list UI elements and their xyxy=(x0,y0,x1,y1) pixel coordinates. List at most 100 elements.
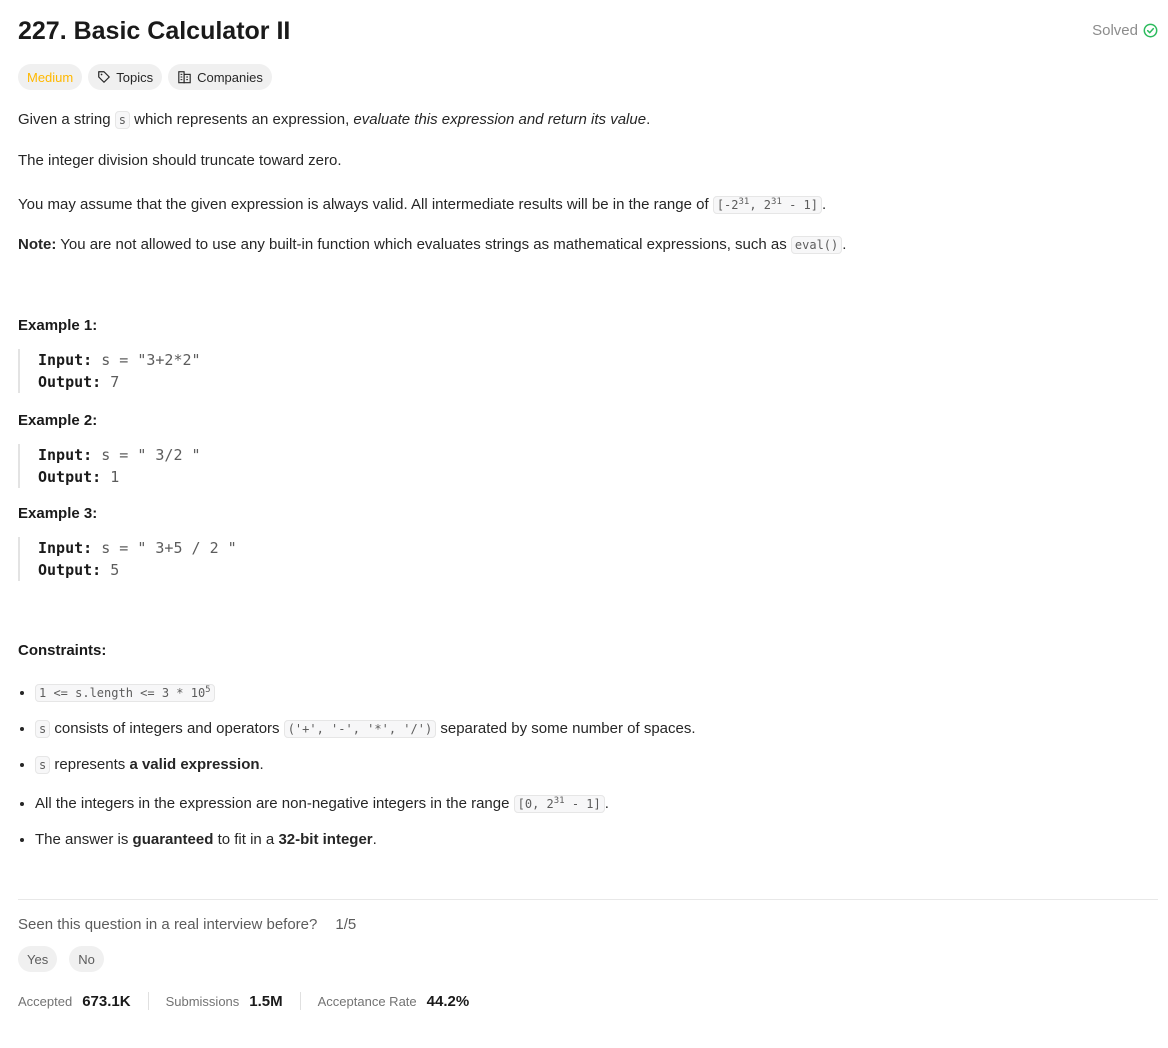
input-value: s = " 3+5 / 2 " xyxy=(92,539,237,557)
code-part: - 1] xyxy=(781,198,818,212)
example-3: Example 3: Input: s = " 3+5 / 2 " Output… xyxy=(18,505,1158,581)
check-circle-icon xyxy=(1143,23,1158,38)
interview-question: Seen this question in a real interview b… xyxy=(18,916,318,933)
inline-code: [0, 231 - 1] xyxy=(513,795,605,813)
constraint-item: 1 <= s.length <= 3 * 105 xyxy=(35,679,1158,704)
submissions-stat: Submissions 1.5M xyxy=(166,993,283,1010)
output-value: 1 xyxy=(101,468,120,486)
code-part: - 1] xyxy=(564,797,601,811)
input-label: Input: xyxy=(38,539,93,557)
interview-count: 1/5 xyxy=(335,916,357,933)
text: . xyxy=(842,236,847,253)
note-label: Note: xyxy=(18,236,57,253)
example-output: Output: 1 xyxy=(38,466,1158,488)
note-paragraph: Note: You are not allowed to use any bui… xyxy=(18,234,1158,256)
text: . xyxy=(372,831,377,848)
constraint-item: s consists of integers and operators ('+… xyxy=(35,718,1158,740)
example-block: Input: s = "3+2*2" Output: 7 xyxy=(18,349,1158,393)
problem-title[interactable]: 227. Basic Calculator II xyxy=(18,17,290,46)
output-label: Output: xyxy=(38,561,102,579)
superscript: 31 xyxy=(553,796,565,806)
code-part: 1 <= s.length <= 3 * 10 xyxy=(39,686,206,700)
inline-code: eval() xyxy=(790,236,843,254)
stat-value: 673.1K xyxy=(82,992,131,1010)
acceptance-rate-stat: Acceptance Rate 44.2% xyxy=(318,993,470,1010)
italic-text: evaluate this expression and return its … xyxy=(353,111,647,128)
constraints-list: 1 <= s.length <= 3 * 105 s consists of i… xyxy=(18,679,1158,851)
tag-row: Medium Topics Companies xyxy=(18,64,1158,90)
difficulty-badge: Medium xyxy=(18,64,83,90)
stat-divider xyxy=(147,992,149,1010)
description-paragraph: The integer division should truncate tow… xyxy=(18,152,342,169)
input-value: s = " 3/2 " xyxy=(92,446,201,464)
building-icon xyxy=(177,70,192,84)
text: . xyxy=(822,196,827,213)
constraints-section: Constraints: 1 <= s.length <= 3 * 105 s … xyxy=(18,642,1158,851)
tag-icon xyxy=(97,70,111,84)
companies-button[interactable]: Companies xyxy=(168,64,272,90)
text: separated by some number of spaces. xyxy=(436,720,696,737)
stat-label: Submissions xyxy=(165,993,240,1009)
example-output: Output: 7 xyxy=(38,371,1158,393)
input-label: Input: xyxy=(38,351,93,369)
inline-code: [-231, 231 - 1] xyxy=(712,196,822,214)
text: . xyxy=(259,756,264,773)
text: . xyxy=(646,111,651,128)
topics-label: Topics xyxy=(116,69,154,85)
inline-code: s xyxy=(114,111,130,129)
superscript: 31 xyxy=(771,197,782,207)
example-2: Example 2: Input: s = " 3/2 " Output: 1 xyxy=(18,412,1158,488)
superscript: 31 xyxy=(738,197,750,207)
inline-code: s xyxy=(35,756,51,774)
description-paragraph: You may assume that the given expression… xyxy=(18,191,1158,216)
text: . xyxy=(604,795,609,812)
example-1: Example 1: Input: s = "3+2*2" Output: 7 xyxy=(18,317,1158,393)
stats-row: Accepted 673.1K Submissions 1.5M Accepta… xyxy=(18,992,1158,1010)
constraint-item: s represents a valid expression. xyxy=(35,754,1158,776)
example-output: Output: 5 xyxy=(38,559,1158,581)
text: which represents an expression, xyxy=(129,111,354,128)
problem-panel: 227. Basic Calculator II Solved Medium T… xyxy=(18,0,1158,1010)
text: represents xyxy=(50,756,130,773)
example-title: Example 1: xyxy=(18,317,98,334)
example-input: Input: s = " 3/2 " xyxy=(38,444,1158,466)
code-part: [0, 2 xyxy=(517,797,554,811)
text: The answer is xyxy=(35,831,133,848)
inline-code: 1 <= s.length <= 3 * 105 xyxy=(35,684,215,702)
bold-text: 32-bit integer xyxy=(278,831,373,848)
section-divider xyxy=(18,899,1158,900)
text: to fit in a xyxy=(213,831,279,848)
problem-description: Given a string s which represents an exp… xyxy=(18,109,1158,256)
text: All the integers in the expression are n… xyxy=(35,795,514,812)
stat-divider xyxy=(299,992,301,1010)
example-block: Input: s = " 3/2 " Output: 1 xyxy=(18,444,1158,488)
accepted-stat: Accepted 673.1K xyxy=(18,993,131,1010)
input-value: s = "3+2*2" xyxy=(92,351,201,369)
example-input: Input: s = "3+2*2" xyxy=(38,349,1158,371)
description-paragraph: Given a string s which represents an exp… xyxy=(18,109,1158,131)
bold-text: a valid expression xyxy=(129,756,260,773)
title-row: 227. Basic Calculator II Solved xyxy=(18,0,1158,60)
stat-value: 44.2% xyxy=(426,992,470,1010)
text: Given a string xyxy=(18,111,115,128)
input-label: Input: xyxy=(38,446,93,464)
interview-buttons: Yes No xyxy=(18,946,1158,972)
interview-row: Seen this question in a real interview b… xyxy=(18,916,1158,933)
inline-code: s xyxy=(35,720,51,738)
superscript: 5 xyxy=(205,685,211,695)
output-label: Output: xyxy=(38,468,102,486)
stat-label: Accepted xyxy=(18,993,73,1009)
stat-value: 1.5M xyxy=(249,992,283,1010)
inline-code: ('+', '-', '*', '/') xyxy=(283,720,437,738)
example-title: Example 2: xyxy=(18,412,98,429)
example-title: Example 3: xyxy=(18,505,98,522)
yes-button[interactable]: Yes xyxy=(18,946,58,972)
no-button[interactable]: No xyxy=(69,946,104,972)
output-value: 7 xyxy=(101,373,120,391)
text: You may assume that the given expression… xyxy=(18,196,713,213)
topics-button[interactable]: Topics xyxy=(88,64,163,90)
companies-label: Companies xyxy=(197,69,263,85)
solved-status: Solved xyxy=(1092,22,1158,39)
example-input: Input: s = " 3+5 / 2 " xyxy=(38,537,1158,559)
text: You are not allowed to use any built-in … xyxy=(56,236,791,253)
